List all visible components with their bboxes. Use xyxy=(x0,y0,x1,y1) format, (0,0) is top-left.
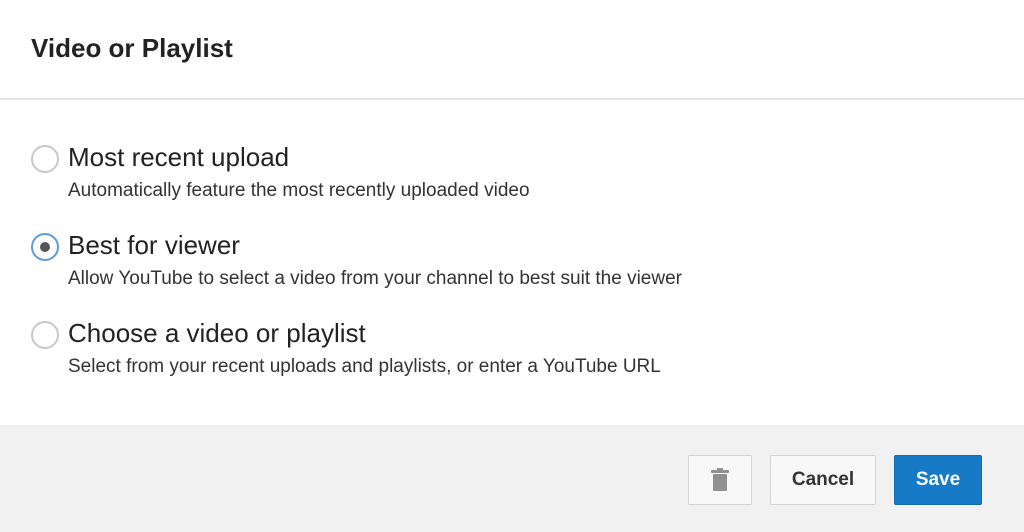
option-label[interactable]: Choose a video or playlist xyxy=(68,318,366,349)
dialog-header: Video or Playlist xyxy=(0,0,1024,100)
radio-choose-video-or-playlist[interactable] xyxy=(31,321,59,349)
trash-icon xyxy=(711,468,729,491)
dialog-title: Video or Playlist xyxy=(31,33,233,63)
save-button[interactable]: Save xyxy=(894,455,982,505)
radio-most-recent-upload[interactable] xyxy=(31,145,59,173)
cancel-button[interactable]: Cancel xyxy=(770,455,876,505)
delete-button[interactable] xyxy=(688,455,752,505)
option-description: Automatically feature the most recently … xyxy=(68,180,530,201)
video-or-playlist-dialog: Video or Playlist Most recent upload Aut… xyxy=(0,0,1024,532)
option-description: Allow YouTube to select a video from you… xyxy=(68,268,682,289)
option-description: Select from your recent uploads and play… xyxy=(68,356,661,377)
option-label[interactable]: Best for viewer xyxy=(68,230,240,261)
radio-selected-dot xyxy=(40,242,50,252)
radio-best-for-viewer[interactable] xyxy=(31,233,59,261)
dialog-footer: Cancel Save xyxy=(0,425,1024,532)
option-label[interactable]: Most recent upload xyxy=(68,142,289,173)
